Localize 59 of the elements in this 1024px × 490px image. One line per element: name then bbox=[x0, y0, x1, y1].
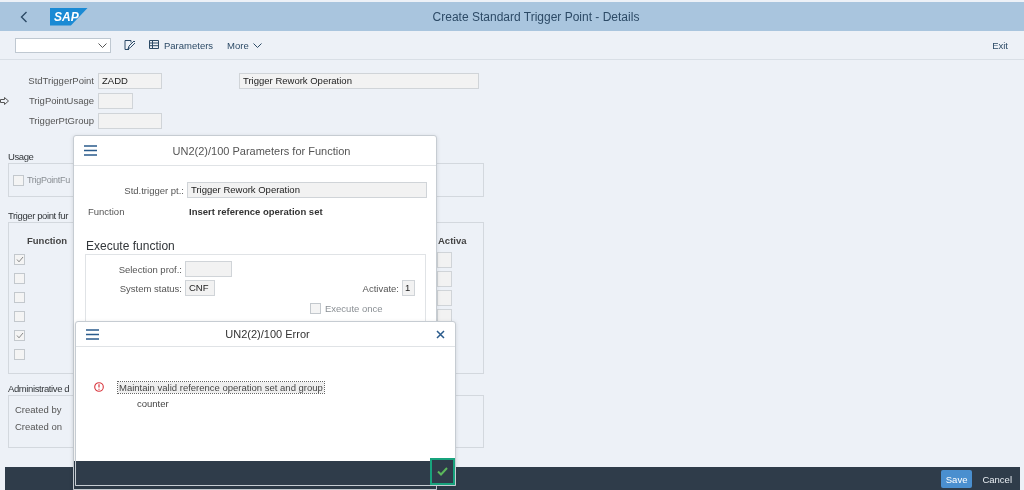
field-label: Function bbox=[88, 205, 126, 217]
checkbox[interactable] bbox=[14, 273, 25, 284]
error-message: counter bbox=[136, 398, 170, 409]
input-field[interactable]: 1 bbox=[402, 280, 415, 296]
cancel-button[interactable]: Cancel bbox=[980, 473, 1014, 485]
close-icon[interactable] bbox=[436, 329, 445, 339]
column-header: Function bbox=[26, 235, 68, 246]
dropdown-field[interactable] bbox=[15, 37, 111, 53]
section-title: Execute function bbox=[86, 239, 176, 253]
toolbar-button[interactable]: Parameters bbox=[149, 39, 214, 51]
input-field[interactable] bbox=[98, 92, 133, 109]
dialog-title: UN2(2)/100 Error bbox=[224, 328, 311, 340]
checkbox-label: Execute once bbox=[325, 303, 383, 314]
field-label: Created on bbox=[15, 421, 63, 432]
error-icon bbox=[94, 382, 104, 392]
back-icon[interactable] bbox=[20, 10, 28, 23]
grid-icon bbox=[149, 40, 160, 50]
check-icon bbox=[437, 467, 448, 476]
input-field[interactable] bbox=[185, 261, 232, 277]
menu-icon[interactable] bbox=[84, 145, 97, 156]
input-field[interactable] bbox=[437, 251, 452, 268]
input-field[interactable] bbox=[437, 289, 452, 306]
caret-icon bbox=[98, 42, 107, 48]
checkbox[interactable] bbox=[13, 174, 24, 186]
field-value: Insert reference operation set bbox=[189, 205, 324, 217]
sap-logo: SAP bbox=[50, 7, 88, 26]
exit-button[interactable]: Exit bbox=[992, 39, 1008, 51]
checkbox[interactable] bbox=[14, 254, 25, 265]
checkbox[interactable] bbox=[14, 292, 25, 303]
section-title: Usage bbox=[8, 149, 34, 163]
checkbox[interactable] bbox=[14, 311, 25, 322]
description-field[interactable]: Trigger Rework Operation bbox=[239, 72, 479, 89]
window-title: Create Standard Trigger Point - Details bbox=[431, 9, 641, 24]
dialog-title: UN2(2)/100 Parameters for Function bbox=[171, 144, 352, 157]
field-label: TriggerPtGroup bbox=[28, 115, 94, 126]
caret-icon bbox=[252, 42, 262, 48]
input-field[interactable] bbox=[98, 112, 162, 129]
section-title: Trigger point fur bbox=[8, 208, 68, 222]
field-label: Activate: bbox=[362, 282, 399, 294]
input-field[interactable]: CNF bbox=[185, 280, 215, 296]
section-title: Administrative d bbox=[8, 381, 70, 395]
field-label: Std.trigger pt.: bbox=[123, 184, 184, 196]
input-field[interactable]: ZADD bbox=[98, 72, 162, 89]
checkbox-label: TrigPointFu bbox=[27, 175, 70, 185]
confirm-button[interactable] bbox=[430, 458, 455, 485]
input-field[interactable]: Trigger Rework Operation bbox=[187, 182, 427, 198]
menu-icon[interactable] bbox=[86, 328, 99, 340]
field-label: System status: bbox=[118, 282, 182, 294]
input-field[interactable] bbox=[437, 270, 452, 287]
field-label: TrigPointUsage bbox=[28, 95, 94, 106]
checkbox[interactable] bbox=[14, 330, 25, 341]
checkbox[interactable] bbox=[14, 349, 25, 360]
checkbox[interactable] bbox=[310, 303, 321, 314]
error-message: Maintain valid reference operation set and group bbox=[118, 381, 324, 393]
column-header: Activa bbox=[437, 235, 468, 246]
field-label: Selection prof.: bbox=[117, 263, 182, 275]
toolbar-button[interactable]: More bbox=[227, 39, 262, 51]
field-label: StdTriggerPoint bbox=[28, 75, 94, 86]
edit-icon[interactable] bbox=[124, 39, 135, 51]
